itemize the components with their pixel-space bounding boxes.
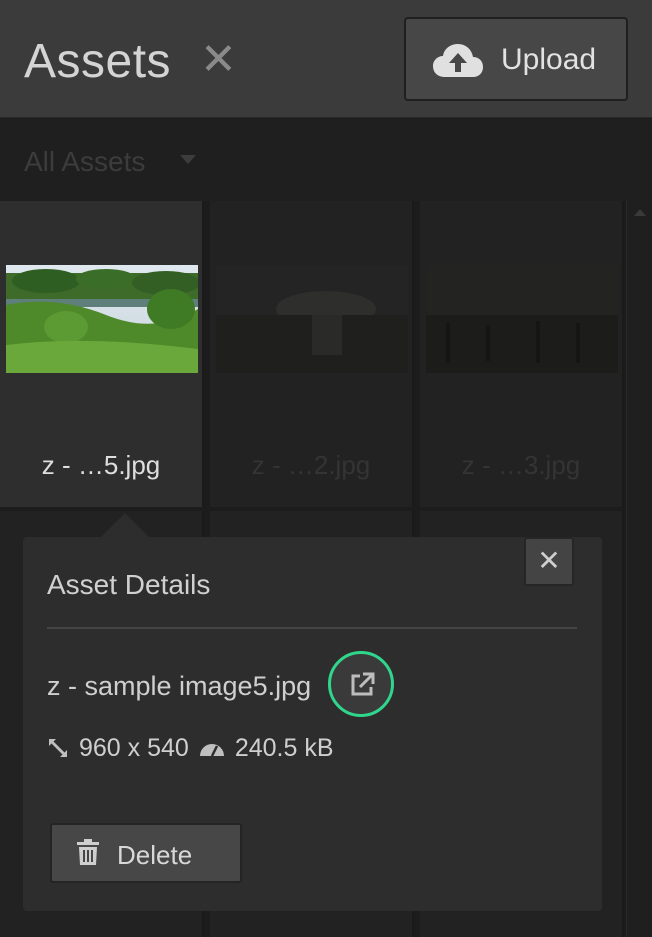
popover-title: Asset Details xyxy=(47,569,211,600)
asset-filename: z - sample image5.jpg xyxy=(47,671,312,701)
asset-tile[interactable]: z - …3.jpg xyxy=(420,201,624,507)
upload-button[interactable]: Upload xyxy=(404,17,628,101)
open-in-new-tab-button[interactable] xyxy=(328,651,394,717)
resize-icon xyxy=(49,739,67,757)
filter-dropdown[interactable]: All Assets xyxy=(24,146,145,178)
popover-arrow xyxy=(101,513,149,537)
scroll-up-icon[interactable] xyxy=(634,209,646,216)
filter-bar: All Assets xyxy=(0,119,652,201)
gauge-icon xyxy=(199,744,224,757)
page-title: Assets xyxy=(24,35,172,88)
asset-dimensions: 960 x 540 xyxy=(79,733,189,762)
close-details-button[interactable]: ✕ xyxy=(524,537,574,586)
delete-button[interactable]: Delete xyxy=(50,823,242,883)
close-panel-button[interactable]: ✕ xyxy=(200,38,237,82)
caret-down-icon[interactable] xyxy=(180,155,196,165)
asset-name: z - …2.jpg xyxy=(251,450,371,480)
scrollbar[interactable] xyxy=(626,201,652,937)
asset-thumbnail[interactable] xyxy=(6,265,198,373)
asset-thumbnail[interactable] xyxy=(426,265,618,373)
asset-details-popover: Asset Details ✕ z - sample image5.jpg 96… xyxy=(23,513,602,911)
trash-icon xyxy=(77,839,99,865)
external-link-icon xyxy=(351,672,375,696)
asset-tile[interactable]: z - …5.jpg xyxy=(0,201,204,507)
asset-name: z - …5.jpg xyxy=(41,450,161,480)
upload-button-label: Upload xyxy=(501,43,597,76)
delete-button-label: Delete xyxy=(117,840,193,870)
asset-meta: 960 x 540 240.5 kB xyxy=(47,733,334,763)
divider xyxy=(47,627,577,629)
cloud-upload-icon xyxy=(433,44,483,77)
asset-tile[interactable]: z - …2.jpg xyxy=(210,201,414,507)
asset-name: z - …3.jpg xyxy=(461,450,581,480)
assets-header: Assets ✕ Upload xyxy=(0,0,652,118)
asset-file-size: 240.5 kB xyxy=(234,733,334,762)
asset-thumbnail[interactable] xyxy=(216,265,408,373)
